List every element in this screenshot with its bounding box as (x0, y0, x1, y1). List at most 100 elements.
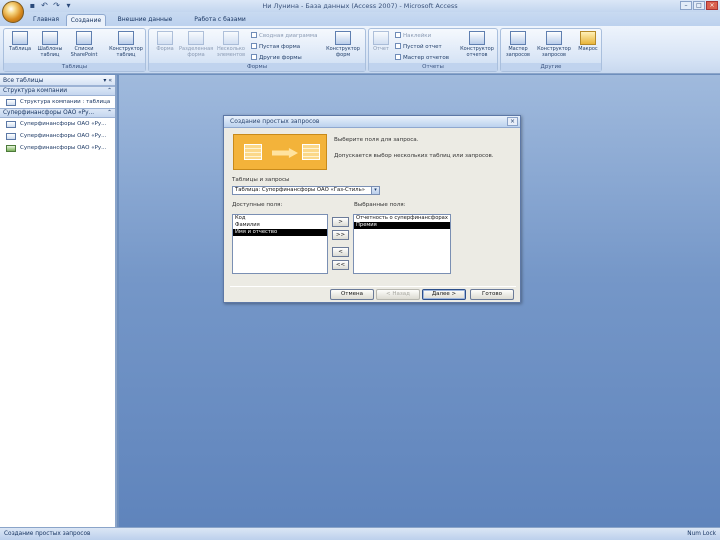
list-item[interactable]: Фамилия (233, 222, 327, 229)
tab-create[interactable]: Создание (66, 14, 106, 26)
maximize-button[interactable]: □ (693, 1, 705, 10)
blank-form-button[interactable]: Пустая форма (251, 43, 300, 51)
save-icon[interactable]: ▪ (28, 1, 37, 10)
list-item[interactable]: Код (233, 215, 327, 222)
tables-queries-select[interactable]: Таблица: Суперфинансфоры ОАО «Газ-Стиль»… (232, 186, 380, 195)
available-fields-list[interactable]: Код Фамилия Имя и отчество (232, 214, 328, 274)
available-fields-label: Доступные поля: (232, 202, 283, 208)
source-table-icon (244, 144, 262, 160)
chevron-down-icon[interactable]: ▾ (371, 187, 379, 194)
nav-item-superfinans-table-2[interactable]: Суперфинансфоры ОАО «Ру... (0, 130, 115, 142)
more-forms-icon (251, 54, 257, 60)
dialog-close-icon[interactable]: × (507, 117, 518, 126)
macro-icon (580, 31, 596, 45)
list-item[interactable]: Имя и отчество (233, 229, 327, 236)
list-item[interactable]: Отчетность о суперфинансфорах (354, 215, 450, 222)
form-button[interactable]: Форма (151, 31, 179, 52)
next-button[interactable]: Далее > (422, 289, 466, 300)
tab-external-data[interactable]: Внешние данные (114, 14, 176, 26)
report-designer-icon (469, 31, 485, 45)
close-button[interactable]: × (706, 1, 718, 10)
table-icon (6, 121, 16, 128)
table-designer-icon (118, 31, 134, 45)
group-forms-caption: Формы (149, 63, 365, 71)
dialog-separator (230, 286, 516, 287)
group-other-caption: Другие (501, 63, 601, 71)
macro-button[interactable]: Макрос (575, 31, 601, 52)
report-button[interactable]: Отчет (369, 31, 393, 52)
dialog-title: Создание простых запросов (230, 118, 320, 125)
multiple-items-button[interactable]: Несколько элементов (215, 31, 247, 58)
report-wizard-button[interactable]: Мастер отчетов (395, 54, 449, 62)
move-all-left-button[interactable]: << (332, 260, 349, 270)
blank-report-icon (395, 43, 401, 49)
move-all-right-button[interactable]: >> (332, 230, 349, 240)
result-table-icon (302, 144, 320, 160)
tab-home[interactable]: Главная (30, 14, 62, 26)
ribbon: Таблица Шаблоны таблиц Списки SharePoint… (0, 26, 720, 74)
tab-database-tools[interactable]: Работа с базами данных (182, 14, 258, 34)
group-reports: Отчет Наклейки Пустой отчет Мастер отчет… (368, 28, 498, 72)
query-designer-button[interactable]: Конструктор запросов (535, 31, 573, 58)
collapse-icon[interactable]: ⌃ (107, 87, 112, 96)
group-reports-caption: Отчеты (369, 63, 497, 71)
form-designer-button[interactable]: Конструктор форм (325, 31, 361, 58)
selected-fields-label: Выбранные поля: (354, 202, 406, 208)
ribbon-tabs: Главная Создание Внешние данные Работа с… (0, 12, 720, 34)
move-one-right-button[interactable]: > (332, 217, 349, 227)
dialog-prompt: Выберите поля для запроса. (334, 137, 419, 143)
minimize-button[interactable]: – (680, 1, 692, 10)
back-button[interactable]: < Назад (376, 289, 420, 300)
labels-icon (395, 32, 401, 38)
nav-item-superfinans-query[interactable]: Суперфинансфоры ОАО «Ру... (0, 142, 115, 154)
table-icon (12, 31, 28, 45)
status-bar: Создание простых запросов Num Lock (0, 527, 720, 540)
more-forms-button[interactable]: Другие формы (251, 54, 302, 62)
nav-pane-controls[interactable]: ▾ « (103, 75, 112, 86)
group-tables-caption: Таблицы (4, 63, 145, 71)
pivot-chart-icon (251, 32, 257, 38)
selected-fields-list[interactable]: Отчетность о суперфинансфорах Премия (353, 214, 451, 274)
labels-button[interactable]: Наклейки (395, 32, 431, 40)
form-designer-icon (335, 31, 351, 45)
redo-icon[interactable]: ↷ (52, 1, 61, 10)
blank-form-icon (251, 43, 257, 49)
nav-group-superfinans[interactable]: Суперфинансфоры ОАО «Ру... ⌃ (0, 108, 115, 118)
split-form-button[interactable]: Разделенная форма (179, 31, 213, 58)
dropdown-icon[interactable]: ▾ (64, 1, 73, 10)
nav-group-structure[interactable]: Структура компании ⌃ (0, 86, 115, 96)
table-templates-button[interactable]: Шаблоны таблиц (36, 31, 64, 58)
group-other: Мастер запросов Конструктор запросов Мак… (500, 28, 602, 72)
office-button[interactable] (2, 1, 24, 23)
wizard-illustration (233, 134, 327, 170)
group-forms: Форма Разделенная форма Несколько элемен… (148, 28, 366, 72)
window-controls: – □ × (680, 1, 718, 10)
navigation-pane: Все таблицы ▾ « Структура компании ⌃ Стр… (0, 75, 117, 527)
quick-access-toolbar: ▪ ↶ ↷ ▾ (28, 1, 73, 10)
table-designer-button[interactable]: Конструктор таблиц (108, 31, 144, 58)
form-icon (157, 31, 173, 45)
nav-pane-header[interactable]: Все таблицы ▾ « (0, 75, 115, 86)
nav-item-superfinans-table-1[interactable]: Суперфинансфоры ОАО «Ру... (0, 118, 115, 130)
cancel-button[interactable]: Отмена (330, 289, 374, 300)
dialog-hint: Допускается выбор нескольких таблиц или … (334, 153, 494, 159)
collapse-icon[interactable]: ⌃ (107, 109, 112, 118)
table-button[interactable]: Таблица (6, 31, 34, 52)
tables-label: Таблицы и запросы (232, 177, 290, 183)
query-designer-icon (546, 31, 562, 45)
blank-report-button[interactable]: Пустой отчет (395, 43, 442, 51)
report-wizard-icon (395, 54, 401, 60)
pivot-chart-button[interactable]: Сводная диаграмма (251, 32, 317, 40)
undo-icon[interactable]: ↶ (40, 1, 49, 10)
dialog-title-bar: Создание простых запросов × (224, 116, 520, 128)
multiple-items-icon (223, 31, 239, 45)
finish-button[interactable]: Готово (470, 289, 514, 300)
sharepoint-lists-button[interactable]: Списки SharePoint (70, 31, 98, 58)
report-designer-button[interactable]: Конструктор отчетов (459, 31, 495, 58)
title-bar: Ни Лунина - База данных (Access 2007) - … (0, 0, 720, 12)
query-wizard-button[interactable]: Мастер запросов (503, 31, 533, 58)
move-one-left-button[interactable]: < (332, 247, 349, 257)
list-item[interactable]: Премия (354, 222, 450, 229)
sharepoint-icon (76, 31, 92, 45)
nav-item-structure-table[interactable]: Структура компании : таблица (0, 96, 115, 108)
